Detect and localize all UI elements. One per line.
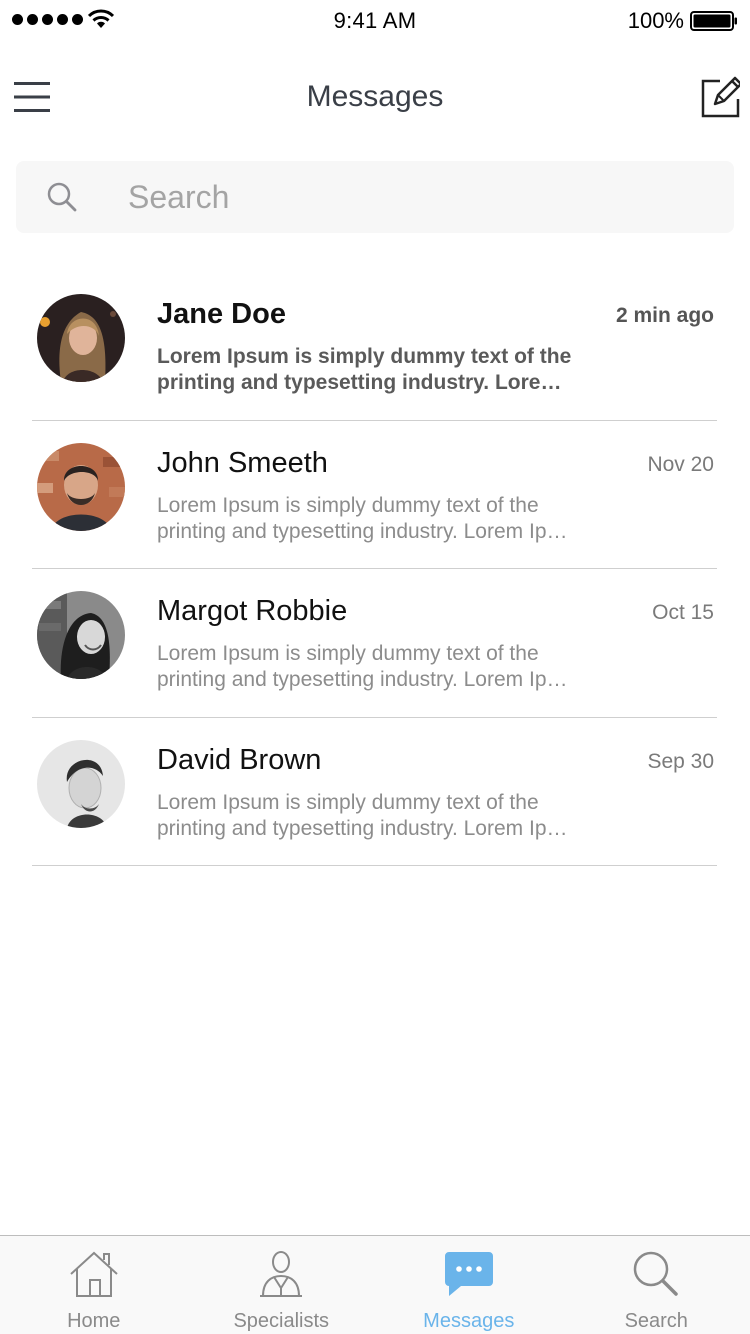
message-row-margot-robbie[interactable]: Margot Robbie Oct 15 Lorem Ipsum is simp… [0,569,750,718]
message-row-john-smeeth[interactable]: John Smeeth Nov 20 Lorem Ipsum is simply… [0,421,750,570]
avatar [37,591,125,679]
tab-label: Specialists [233,1310,330,1332]
preview-line-1: Lorem Ipsum is simply dummy text of the [157,493,539,517]
message-list: Jane Doe 2 min ago Lorem Ipsum is simply… [0,272,750,866]
preview-line-1: Lorem Ipsum is simply dummy text of the [157,790,539,814]
message-preview: Lorem Ipsum is simply dummy text of the … [157,641,577,693]
search-icon [634,1251,678,1296]
tab-bar: Home Specialists Messages Search [0,1235,750,1334]
message-preview: Lorem Ipsum is simply dummy text of the … [157,493,577,545]
search-icon [47,182,77,212]
tab-home[interactable]: Home [0,1236,188,1334]
battery-percentage: 100% [627,8,684,33]
avatar [37,294,125,382]
preview-line-2: printing and typesetting industry. Lorem… [157,816,577,840]
home-icon [70,1251,118,1297]
sender-name: David Brown [157,743,322,776]
preview-line-2: printing and typesetting industry. Lorem… [157,668,577,691]
message-preview: Lorem Ipsum is simply dummy text of the … [157,790,577,842]
sender-name: Jane Doe [157,298,286,330]
specialist-icon [260,1251,303,1297]
tab-label: Home [67,1310,121,1332]
message-time: Oct 15 [652,601,714,624]
preview-line-1: Lorem Ipsum is simply dummy text of the [157,642,539,665]
search-bar[interactable] [16,161,734,233]
message-time: Nov 20 [647,452,714,476]
message-row-jane-doe[interactable]: Jane Doe 2 min ago Lorem Ipsum is simply… [0,272,750,421]
tab-messages[interactable]: Messages [375,1236,563,1334]
sender-name: John Smeeth [157,446,328,479]
preview-line-2: printing and typesetting industry. Lorem… [157,519,577,543]
message-time: Sep 30 [647,749,714,773]
battery-icon [690,11,737,31]
navigation-bar: Messages [0,60,750,140]
preview-line-1: Lorem Ipsum is simply dummy text of the [157,345,572,368]
avatar [37,739,125,828]
chat-bubble-icon [444,1252,493,1296]
avatar [37,442,125,531]
tab-specialists[interactable]: Specialists [188,1236,376,1334]
tab-search[interactable]: Search [563,1236,750,1334]
message-row-david-brown[interactable]: David Brown Sep 30 Lorem Ipsum is simply… [0,718,750,867]
compose-icon[interactable] [690,68,740,118]
tab-label: Search [624,1310,688,1332]
preview-line-2: printing and typesetting industry. Lorem… [157,371,577,394]
message-preview: Lorem Ipsum is simply dummy text of the … [157,344,577,396]
page-title: Messages [306,80,444,113]
search-input[interactable] [128,161,688,233]
tab-label: Messages [423,1310,515,1332]
status-bar: 9:41 AM 100% [0,0,750,40]
sender-name: Margot Robbie [157,595,348,627]
message-time: 2 min ago [615,304,714,327]
